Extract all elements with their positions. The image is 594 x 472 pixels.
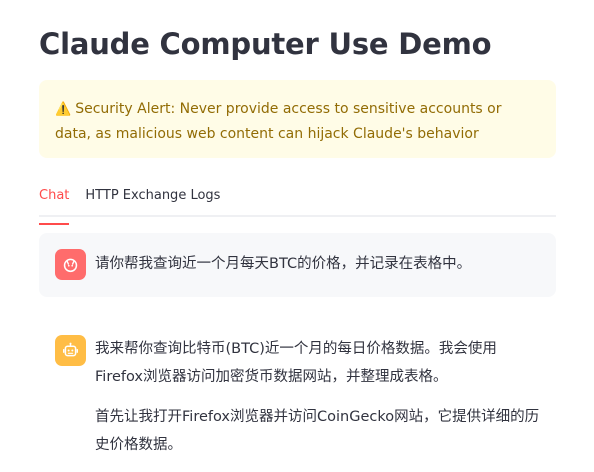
tab-http-exchange-logs[interactable]: HTTP Exchange Logs	[85, 183, 220, 215]
security-alert-text: Security Alert: Never provide access to …	[55, 101, 502, 142]
user-message: 请你帮我查询近一个月每天BTC的价格，并记录在表格中。	[39, 233, 556, 297]
app-page: Claude Computer Use Demo ⚠️ Security Aler…	[0, 0, 594, 472]
user-avatar	[55, 249, 86, 280]
user-message-text: 请你帮我查询近一个月每天BTC的价格，并记录在表格中。	[95, 256, 472, 272]
assistant-message-text: 我来帮你查询比特币(BTC)近一个月的每日价格数据。我会使用Firefox浏览器…	[95, 335, 540, 459]
tab-chat[interactable]: Chat	[39, 183, 70, 225]
security-alert: ⚠️ Security Alert: Never provide access t…	[39, 80, 556, 158]
warning-icon: ⚠️	[55, 102, 72, 117]
robot-icon	[63, 342, 78, 357]
page-title: Claude Computer Use Demo	[39, 27, 492, 61]
assistant-paragraph: 首先让我打开Firefox浏览器并访问CoinGecko网站，它提供详细的历史价…	[95, 409, 540, 453]
assistant-message: 我来帮你查询比特币(BTC)近一个月的每日价格数据。我会使用Firefox浏览器…	[39, 321, 556, 459]
tab-bar: Chat HTTP Exchange Logs	[39, 183, 556, 225]
assistant-avatar	[55, 335, 86, 366]
user-face-icon	[63, 258, 78, 273]
assistant-paragraph: 我来帮你查询比特币(BTC)近一个月的每日价格数据。我会使用Firefox浏览器…	[95, 341, 497, 385]
